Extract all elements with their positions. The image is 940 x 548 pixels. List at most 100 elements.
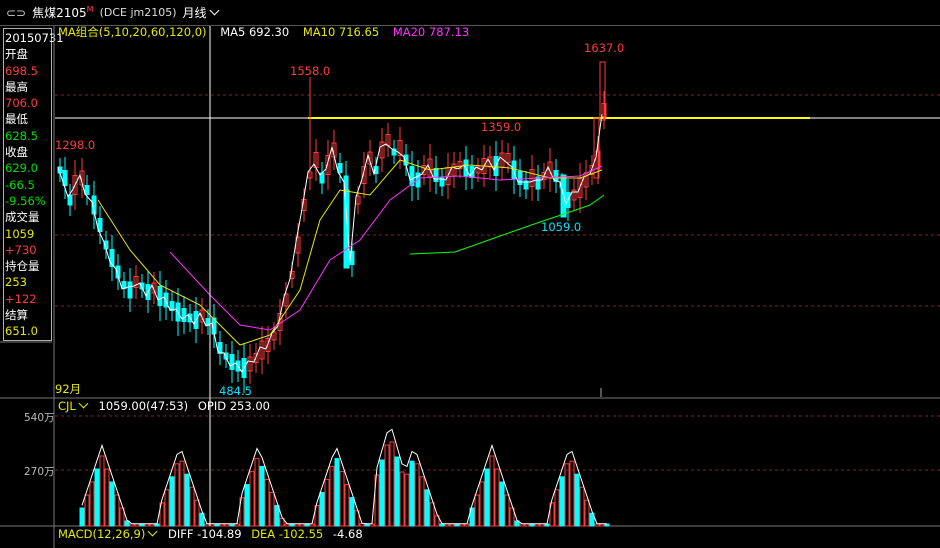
volume-bar (364, 523, 370, 527)
volume-bar (579, 486, 585, 527)
volume-bar (574, 473, 580, 527)
volume-bar (89, 481, 95, 527)
volume-bar (459, 523, 465, 527)
cjl-name[interactable]: CJL (58, 399, 76, 413)
volume-bar (599, 523, 605, 527)
candle-body (337, 163, 343, 173)
candle-body (433, 168, 439, 182)
candle-body (84, 185, 90, 195)
volume-bar (254, 458, 260, 527)
macd-name[interactable]: MACD(12,26,9) (58, 527, 145, 541)
volume-bar (324, 478, 330, 527)
year-marker: 92月 (55, 382, 82, 396)
kline-chart[interactable] (0, 0, 940, 548)
ma5-value: MA5 692.30 (220, 25, 290, 39)
moving-average-lines (57, 113, 605, 373)
volume-bar (219, 523, 225, 527)
candle-body (181, 308, 187, 322)
volume-bar (534, 523, 540, 527)
volume-bar (369, 523, 375, 527)
volume-bar (414, 463, 420, 527)
volume-bar (449, 523, 455, 527)
volume-bar (259, 465, 265, 527)
volume-bar (209, 523, 215, 527)
volume-bar (499, 481, 505, 527)
chevron-down-icon (78, 398, 89, 409)
volume-bar (244, 484, 250, 527)
volume-bar (184, 473, 190, 527)
volume-bar (169, 476, 175, 527)
macd-dea: DEA -102.55 (251, 527, 324, 541)
volume-bar (264, 478, 270, 527)
volume-bar (114, 494, 120, 527)
ma20-value: MA20 787.13 (392, 25, 470, 39)
volume-bar (559, 476, 565, 527)
volume-bar (174, 463, 180, 527)
price-label-low1: 484.5 (219, 384, 252, 398)
volume-bar (269, 491, 275, 527)
volume-bar (519, 523, 525, 527)
volume-bar (299, 523, 305, 527)
volume-bar (464, 523, 470, 527)
volume-bar (544, 523, 550, 527)
candle-body (229, 354, 235, 370)
volume-bar (214, 523, 220, 527)
volume-bar (539, 523, 545, 527)
cjl-legend[interactable]: CJL 1059.00(47:53) OPID 253.00 (58, 398, 270, 413)
volume-bar (474, 494, 480, 527)
price-label-high1: 1558.0 (290, 64, 331, 78)
volume-bar (404, 473, 410, 527)
volume-bar (229, 523, 235, 527)
volume-bar (99, 455, 105, 527)
volume-bar (604, 523, 610, 527)
volume-bar (234, 523, 240, 527)
volume-bar (164, 489, 170, 527)
volume-bar (554, 489, 560, 527)
volume-bar (359, 523, 365, 527)
volume-bar (104, 468, 110, 527)
chevron-down-icon (147, 526, 158, 537)
candle-body (535, 176, 541, 190)
volume-bar (399, 471, 405, 527)
volume-bar (309, 523, 315, 527)
ma-group-label[interactable]: MA组合(5,10,20,60,120,0) (58, 25, 207, 39)
volume-bar (489, 455, 495, 527)
cjl-value: 1059.00(47:53) (98, 399, 189, 413)
volume-bar (429, 502, 435, 527)
volume-bar (349, 497, 355, 527)
volume-bar (494, 468, 500, 527)
volume-bar (334, 458, 340, 527)
volume-bar (339, 471, 345, 527)
cjl-opid: OPID 253.00 (197, 399, 270, 413)
price-label-left: 1298.0 (55, 138, 96, 152)
volume-bar (424, 489, 430, 527)
candle-body (127, 281, 133, 299)
volume-bar (304, 523, 310, 527)
volume-bar (504, 494, 510, 527)
macd-legend[interactable]: MACD(12,26,9) DIFF -104.89 DEA -102.55 -… (58, 526, 363, 541)
volume-bar (419, 476, 425, 527)
volume-bar (224, 523, 230, 527)
volume-bar (94, 468, 100, 527)
volume-bar (394, 456, 400, 527)
volume-bar (179, 460, 185, 527)
ma10-value: MA10 716.65 (302, 25, 380, 39)
volume-bar (524, 523, 530, 527)
volume-axis-top: 540万 (24, 412, 55, 424)
volume-bar (479, 481, 485, 527)
ma-legend[interactable]: MA组合(5,10,20,60,120,0) MA5 692.30 MA10 7… (58, 24, 479, 40)
ma5-line (57, 113, 603, 373)
volume-bars (79, 428, 610, 527)
volume-bar (144, 523, 150, 527)
volume-axis-mid: 270万 (24, 466, 55, 478)
volume-bar (109, 481, 115, 527)
volume-bar (294, 523, 300, 527)
volume-bar (584, 499, 590, 527)
crosshair (209, 26, 602, 526)
candle-body (343, 189, 350, 269)
volume-bar (569, 460, 575, 527)
ma20-line (169, 165, 603, 331)
volume-bar (284, 523, 290, 527)
macd-diff: DIFF -104.89 (168, 527, 242, 541)
volume-bar (484, 468, 490, 527)
